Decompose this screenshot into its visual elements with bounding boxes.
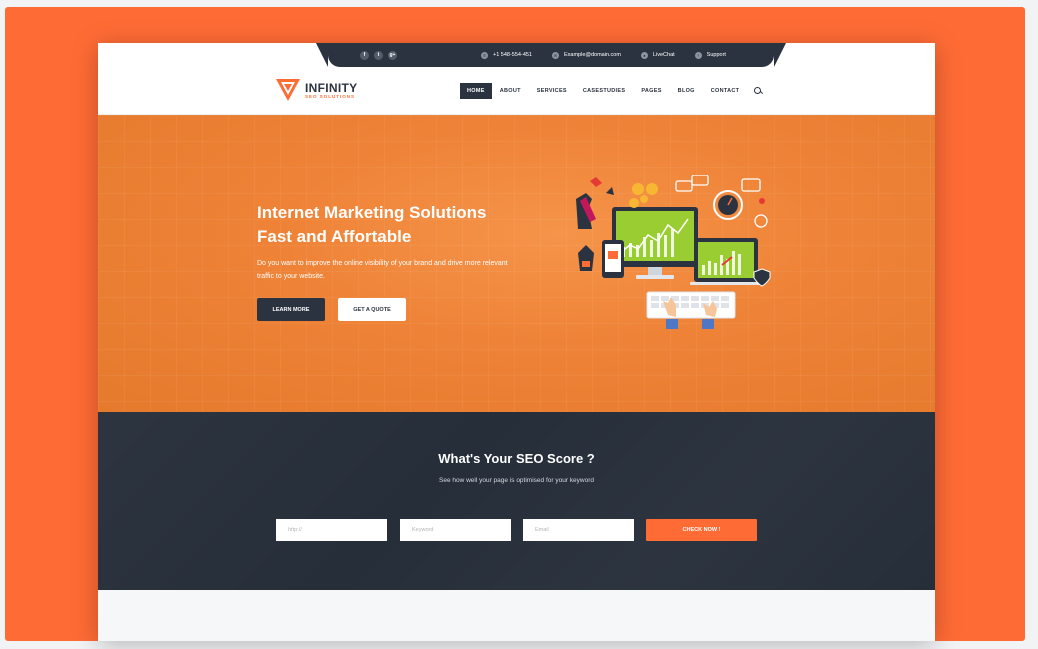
nav-pages[interactable]: PAGES bbox=[633, 83, 669, 99]
nav-contact[interactable]: CONTACT bbox=[703, 83, 748, 99]
url-input[interactable] bbox=[276, 519, 387, 541]
seo-score-section: What's Your SEO Score ? See how well you… bbox=[98, 412, 935, 590]
site-header: INFINITY SEO SOLUTIONS HOME ABOUT SERVIC… bbox=[98, 67, 935, 115]
hero-title: Internet Marketing Solutions Fast and Af… bbox=[257, 201, 577, 249]
facebook-icon[interactable]: f bbox=[360, 50, 369, 60]
nav-home[interactable]: HOME bbox=[460, 83, 492, 99]
livechat-item[interactable]: ● LiveChat bbox=[640, 51, 675, 59]
search-icon[interactable] bbox=[753, 86, 763, 96]
logo-name: INFINITY bbox=[305, 80, 358, 95]
email-item[interactable]: ✉ Example@domain.com bbox=[552, 51, 621, 59]
seo-title: What's Your SEO Score ? bbox=[438, 451, 595, 466]
mail-icon: ✉ bbox=[552, 51, 559, 59]
top-bar: f t g+ ✆ +1 548-554-451 ✉ Example@domain.c… bbox=[316, 43, 786, 67]
livechat-text: LiveChat bbox=[652, 52, 675, 58]
hero-title-line1: Internet Marketing Solutions bbox=[257, 203, 487, 222]
chat-icon: ● bbox=[640, 51, 648, 59]
logo[interactable]: INFINITY SEO SOLUTIONS bbox=[276, 79, 357, 101]
social-links: f t g+ bbox=[360, 50, 397, 60]
hero-title-line2: Fast and Affortable bbox=[257, 227, 412, 246]
marketing-illustration bbox=[576, 175, 771, 329]
website-preview: f t g+ ✆ +1 548-554-451 ✉ Example@domain.c… bbox=[98, 43, 935, 641]
learn-more-button[interactable]: LEARN MORE bbox=[257, 298, 325, 321]
infinity-logo-icon bbox=[276, 79, 300, 101]
next-section bbox=[98, 590, 935, 641]
hero-section: Internet Marketing Solutions Fast and Af… bbox=[98, 115, 935, 412]
check-now-button[interactable]: CHECK NOW ! bbox=[646, 519, 757, 541]
phone-item[interactable]: ✆ +1 548-554-451 bbox=[481, 51, 532, 59]
nav-about[interactable]: ABOUT bbox=[492, 83, 529, 99]
phone-icon: ✆ bbox=[481, 51, 488, 59]
hero-subtitle: Do you want to improve the online visibi… bbox=[257, 260, 508, 280]
nav-casestudies[interactable]: CASESTUDIES bbox=[575, 83, 633, 99]
main-nav: HOME ABOUT SERVICES CASESTUDIES PAGES BL… bbox=[460, 83, 763, 99]
support-item[interactable]: ? Support bbox=[694, 51, 726, 59]
google-plus-icon[interactable]: g+ bbox=[388, 50, 397, 60]
email-input[interactable] bbox=[523, 519, 634, 541]
twitter-icon[interactable]: t bbox=[374, 50, 383, 60]
get-quote-button[interactable]: GET A QUOTE bbox=[338, 298, 406, 321]
phone-text: +1 548-554-451 bbox=[493, 52, 532, 58]
nav-blog[interactable]: BLOG bbox=[670, 83, 703, 99]
seo-subtitle: See how well your page is optimised for … bbox=[439, 477, 594, 484]
email-text: Example@domain.com bbox=[564, 52, 621, 58]
keyword-input[interactable] bbox=[400, 519, 511, 541]
support-text: Support bbox=[706, 52, 726, 58]
contact-info: ✆ +1 548-554-451 ✉ Example@domain.com ● Liv… bbox=[481, 51, 726, 59]
support-icon: ? bbox=[694, 51, 702, 59]
logo-tagline: SEO SOLUTIONS bbox=[305, 93, 356, 99]
nav-services[interactable]: SERVICES bbox=[529, 83, 575, 99]
